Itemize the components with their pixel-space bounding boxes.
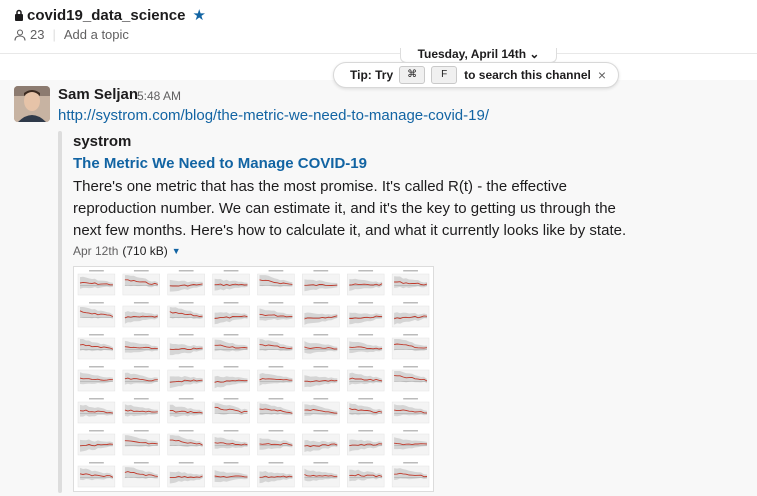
tip-prefix: Tip: Try bbox=[350, 68, 394, 82]
message-link[interactable]: http://systrom.com/blog/the-metric-we-ne… bbox=[58, 107, 489, 124]
search-tip: Tip: Try ⌘ F to search this channel × bbox=[333, 62, 619, 88]
lock-icon bbox=[15, 9, 23, 21]
message: Sam Seljan 5:48 AM http://systrom.com/bl… bbox=[0, 80, 757, 496]
date-divider[interactable]: Tuesday, April 14th ⌄ bbox=[400, 48, 557, 63]
cmd-key: ⌘ bbox=[399, 66, 426, 84]
members-icon[interactable] bbox=[14, 28, 26, 41]
attachment-bar bbox=[58, 131, 62, 493]
member-count[interactable]: 23 bbox=[30, 27, 44, 42]
channel-title[interactable]: covid19_data_science ★ bbox=[14, 6, 206, 24]
attachment-author: systrom bbox=[73, 133, 132, 150]
channel-header: covid19_data_science ★ 23 | Add a topic bbox=[0, 0, 757, 52]
attachment-size[interactable]: (710 kB) bbox=[122, 244, 167, 258]
add-topic-button[interactable]: Add a topic bbox=[64, 27, 129, 42]
f-key: F bbox=[431, 66, 458, 84]
image-plot-grid bbox=[77, 270, 430, 488]
divider: | bbox=[52, 27, 56, 42]
timestamp[interactable]: 5:48 AM bbox=[137, 89, 181, 103]
sender-name[interactable]: Sam Seljan bbox=[58, 86, 138, 103]
caret-down-icon[interactable]: ▼ bbox=[172, 246, 181, 256]
channel-name[interactable]: covid19_data_science bbox=[27, 7, 185, 24]
avatar[interactable] bbox=[14, 86, 50, 122]
attachment-meta: Apr 12th (710 kB) ▼ bbox=[73, 244, 181, 258]
star-icon[interactable]: ★ bbox=[192, 6, 205, 24]
attachment-title[interactable]: The Metric We Need to Manage COVID-19 bbox=[73, 155, 367, 172]
header-divider-line bbox=[0, 53, 757, 54]
channel-meta: 23 | Add a topic bbox=[14, 27, 129, 42]
attachment-body: There's one metric that has the most pro… bbox=[73, 178, 627, 239]
attachment-date: Apr 12th bbox=[73, 244, 119, 258]
close-icon[interactable]: × bbox=[598, 67, 606, 83]
tip-suffix: to search this channel bbox=[464, 68, 591, 82]
attachment-image[interactable] bbox=[73, 266, 434, 492]
